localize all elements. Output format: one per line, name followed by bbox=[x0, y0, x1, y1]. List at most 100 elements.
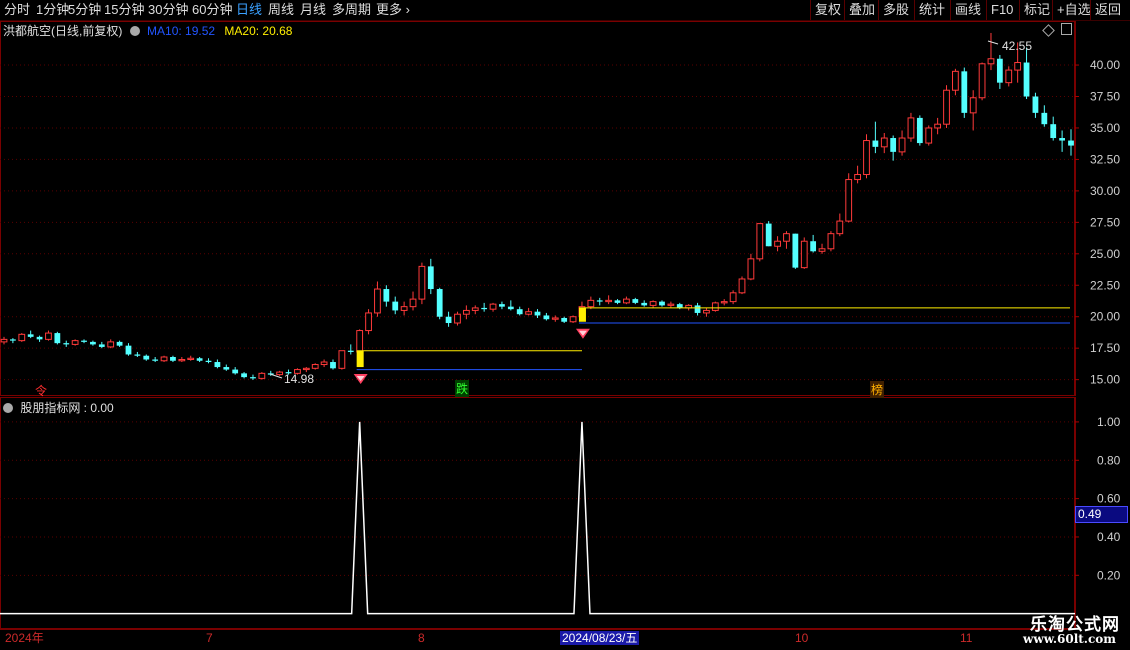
candle-body-up bbox=[551, 317, 559, 320]
high-pointer-line bbox=[987, 40, 999, 45]
candle-body-up bbox=[845, 179, 853, 222]
candle-body-up bbox=[258, 372, 266, 379]
candle-body-up bbox=[18, 333, 26, 342]
candle-body-up bbox=[569, 316, 577, 323]
candle-body-up bbox=[418, 265, 426, 300]
candle-body-up bbox=[978, 63, 986, 99]
candle-body-up bbox=[365, 312, 372, 332]
candle-body-down bbox=[614, 300, 621, 303]
candle-body-up bbox=[338, 350, 346, 369]
candle-body-up bbox=[863, 140, 870, 176]
candle-body-down bbox=[205, 360, 212, 363]
candle-body-down bbox=[241, 373, 247, 378]
indicator-tick-label: 0.80 bbox=[1097, 453, 1121, 467]
candle-body-up bbox=[952, 70, 959, 91]
signal-bar bbox=[356, 350, 364, 368]
signal-bar bbox=[578, 307, 586, 322]
candle-body-up bbox=[774, 240, 781, 247]
candle-body-down bbox=[792, 233, 799, 268]
candle-body-up bbox=[711, 302, 719, 311]
candle-body-down bbox=[250, 377, 256, 379]
indicator-line bbox=[0, 421, 1075, 615]
candle-body-down bbox=[152, 359, 159, 361]
candle-body-down bbox=[232, 369, 239, 374]
price-tick-label: 35.00 bbox=[1090, 121, 1120, 135]
candle-body-up bbox=[356, 330, 364, 353]
candle-body-down bbox=[125, 345, 132, 355]
date-label-selected: 2024/08/23/五 bbox=[560, 631, 640, 645]
candle-body-down bbox=[170, 356, 176, 361]
candle-body-up bbox=[160, 356, 168, 362]
candle-body-up bbox=[703, 309, 710, 314]
candle-body-down bbox=[90, 341, 96, 345]
candle-body-down bbox=[916, 117, 923, 144]
candle-body-down bbox=[499, 304, 505, 307]
indicator-tick-label: 0.20 bbox=[1097, 568, 1121, 582]
candle-body-down bbox=[330, 362, 336, 369]
candle-body-down bbox=[383, 289, 390, 302]
candle-body-up bbox=[276, 371, 284, 376]
candle-body-down bbox=[223, 367, 230, 370]
candle-body-up bbox=[489, 303, 497, 310]
date-label-10: 10 bbox=[795, 631, 809, 645]
indicator-tick-label: 0.40 bbox=[1097, 530, 1121, 544]
candle-body-down bbox=[996, 58, 1003, 83]
candle-body-up bbox=[605, 299, 613, 303]
candle-body-down bbox=[961, 71, 968, 113]
low-price-annotation: 14.98 bbox=[284, 372, 315, 386]
candle-body-down bbox=[632, 299, 639, 303]
candle-body-up bbox=[969, 97, 977, 114]
candle-body-up bbox=[783, 233, 790, 242]
candle-body-down bbox=[214, 362, 221, 368]
candle-body-up bbox=[800, 240, 808, 269]
marker-ling: 令 bbox=[35, 384, 48, 398]
candle-body-down bbox=[98, 344, 105, 347]
candle-body-up bbox=[374, 288, 381, 314]
candle-body-up bbox=[943, 89, 950, 125]
price-tick-label: 32.50 bbox=[1090, 152, 1120, 166]
candle-body-up bbox=[987, 58, 995, 65]
candle-body-up bbox=[400, 306, 408, 311]
candle-body-down bbox=[1023, 62, 1030, 97]
price-tick-label: 22.50 bbox=[1090, 278, 1120, 292]
candle-body-up bbox=[71, 340, 79, 345]
candle-body-up bbox=[818, 248, 826, 252]
candle-body-down bbox=[872, 140, 879, 147]
candle-body-down bbox=[676, 304, 683, 308]
price-tick-label: 37.50 bbox=[1090, 90, 1120, 104]
price-tick-label: 20.00 bbox=[1090, 310, 1120, 324]
candle-body-up bbox=[178, 359, 186, 362]
candle-body-up bbox=[454, 313, 461, 324]
candle-body-down bbox=[516, 309, 523, 315]
candle-body-up bbox=[756, 223, 764, 260]
candle-body-up bbox=[649, 301, 657, 306]
price-tick-label: 27.50 bbox=[1090, 215, 1120, 229]
candle-body-down bbox=[890, 138, 897, 152]
candle-body-up bbox=[525, 311, 532, 315]
candle-body-up bbox=[587, 299, 595, 308]
candle-body-down bbox=[143, 355, 150, 360]
candle-body-down bbox=[392, 301, 399, 311]
price-tick-label: 30.00 bbox=[1090, 184, 1120, 198]
candle-body-up bbox=[667, 303, 675, 306]
candle-body-up bbox=[311, 364, 319, 369]
candle-body-down bbox=[641, 302, 648, 306]
candle-body-down bbox=[1032, 96, 1039, 113]
candle-body-up bbox=[836, 220, 844, 235]
candle-body-down bbox=[54, 333, 61, 344]
watermark-url: www.60lt.com bbox=[1023, 632, 1116, 646]
candle-body-down bbox=[436, 289, 443, 317]
candle-body-up bbox=[854, 174, 861, 181]
candle-body-up bbox=[898, 137, 906, 153]
candle-body-down bbox=[445, 316, 452, 324]
candle-body-up bbox=[107, 341, 115, 348]
candle-body-up bbox=[747, 258, 755, 280]
candle-body-down bbox=[1059, 138, 1065, 141]
indicator-tick-label: 0.60 bbox=[1097, 492, 1121, 506]
marker-bang: 榜 bbox=[870, 381, 885, 398]
candle-body-up bbox=[720, 301, 728, 304]
candle-body-up bbox=[409, 298, 417, 308]
candle-body-down bbox=[765, 223, 772, 247]
indicator-tick-label: 1.00 bbox=[1097, 415, 1121, 429]
candle-body-up bbox=[0, 338, 8, 343]
